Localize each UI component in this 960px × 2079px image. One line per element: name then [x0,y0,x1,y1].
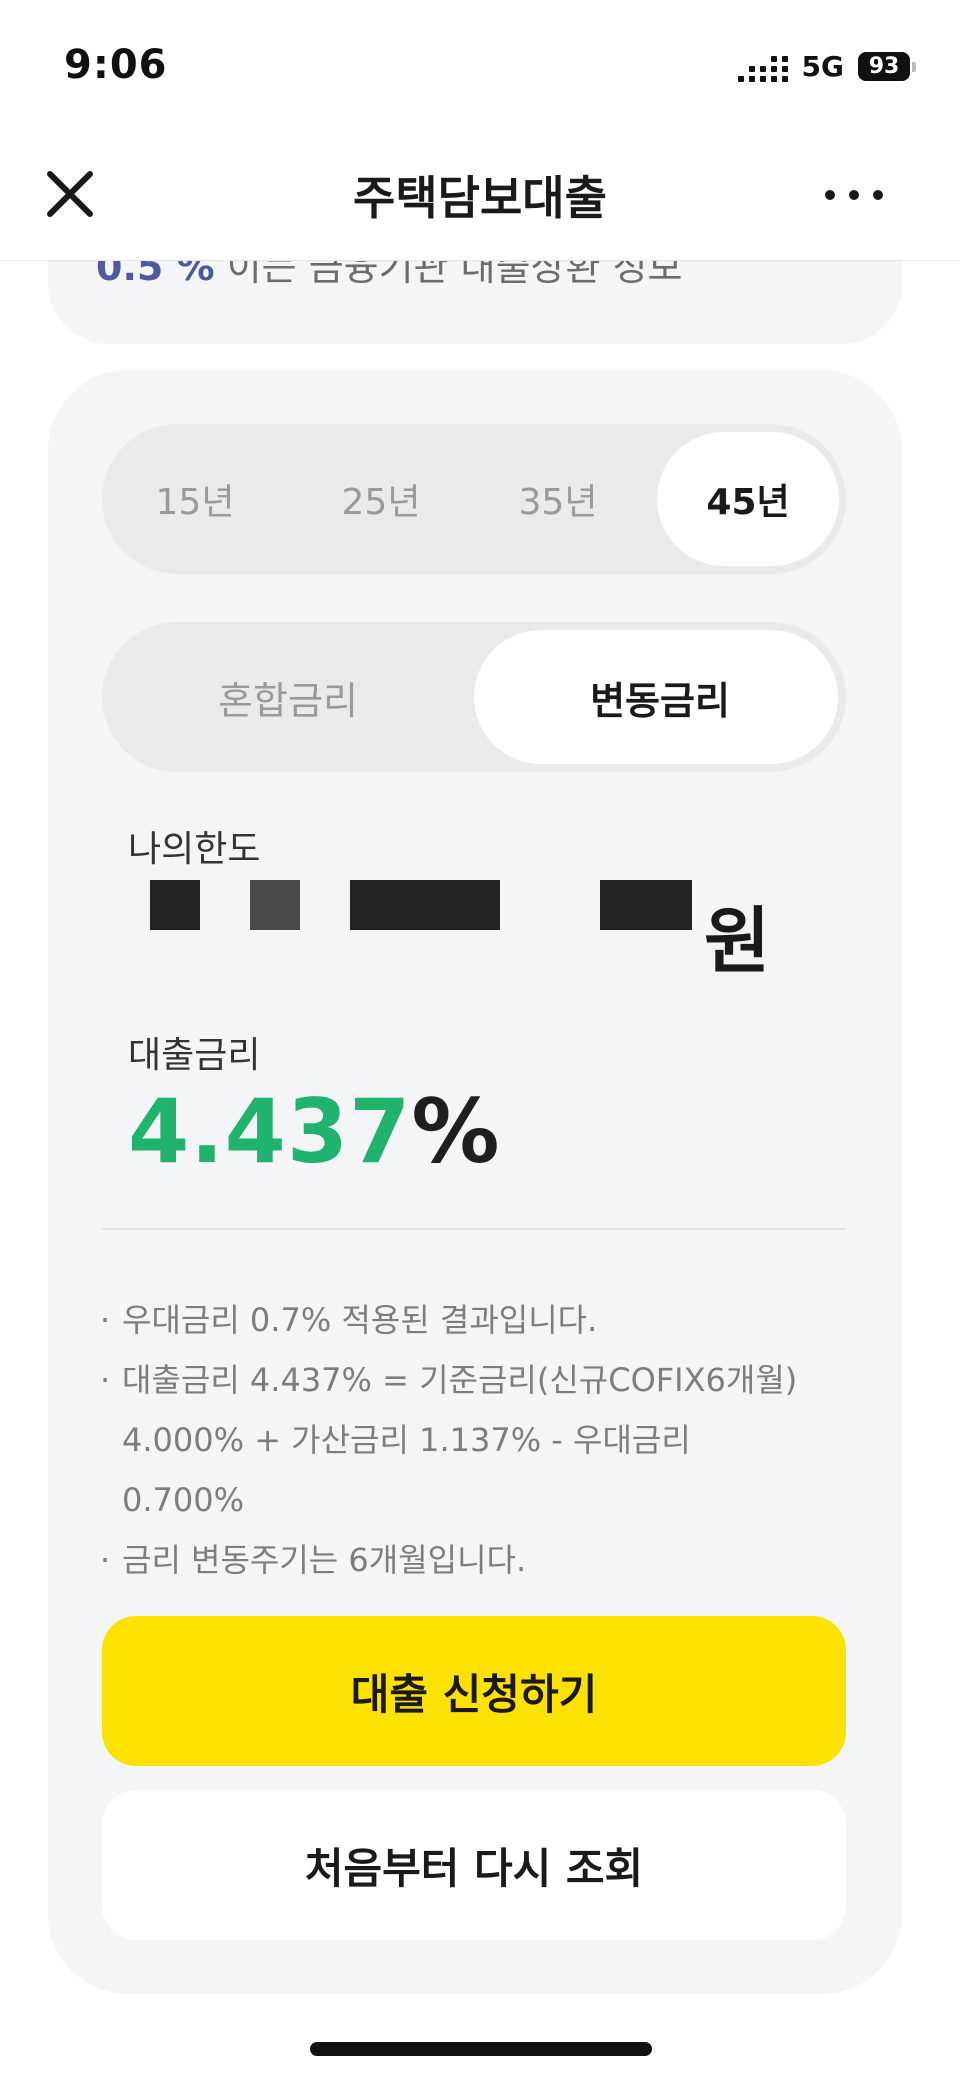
limit-unit: 원 [704,899,771,983]
battery-icon: 93 [858,52,916,81]
rate-value: 4.437% [128,1080,501,1183]
battery-level: 93 [858,52,910,81]
network-type: 5G [801,50,844,83]
rate-number: 4.437 [128,1080,412,1183]
note-item: · 대출금리 4.437% = 기준금리(신규COFIX6개월) 4.000% +… [100,1361,798,1519]
rate-notes: · 우대금리 0.7% 적용된 결과입니다. · 대출금리 4.437% = 기준금… [100,1290,820,1590]
home-indicator[interactable] [310,2042,652,2056]
rate-type-mixed[interactable]: 혼합금리 [102,622,474,772]
term-option-35[interactable]: 35년 [465,424,651,574]
section-divider [102,1228,846,1230]
restart-inquiry-button[interactable]: 처음부터 다시 조회 [102,1790,846,1940]
rate-label: 대출금리 [128,1035,261,1076]
status-time: 9:06 [64,42,168,88]
more-horizontal-icon [825,190,835,200]
status-indicators: 5G 93 [737,50,916,83]
apply-loan-button[interactable]: 대출 신청하기 [102,1616,846,1766]
term-option-15[interactable]: 15년 [102,424,288,574]
signal-icon [737,52,788,82]
note-item: · 우대금리 0.7% 적용된 결과입니다. [100,1301,598,1339]
term-selector: 15년 25년 35년 45년 [102,424,846,574]
note-item: · 금리 변동주기는 6개월입니다. [100,1541,527,1579]
rate-type-variable[interactable]: 변동금리 [474,622,846,772]
header-divider [0,260,960,261]
more-button[interactable] [804,170,904,220]
rate-percent-sign: % [411,1080,501,1183]
term-option-25[interactable]: 25년 [288,424,474,574]
rate-type-selector: 혼합금리 변동금리 [102,622,846,772]
limit-label: 나의한도 [128,829,261,870]
term-option-45[interactable]: 45년 [657,424,839,574]
